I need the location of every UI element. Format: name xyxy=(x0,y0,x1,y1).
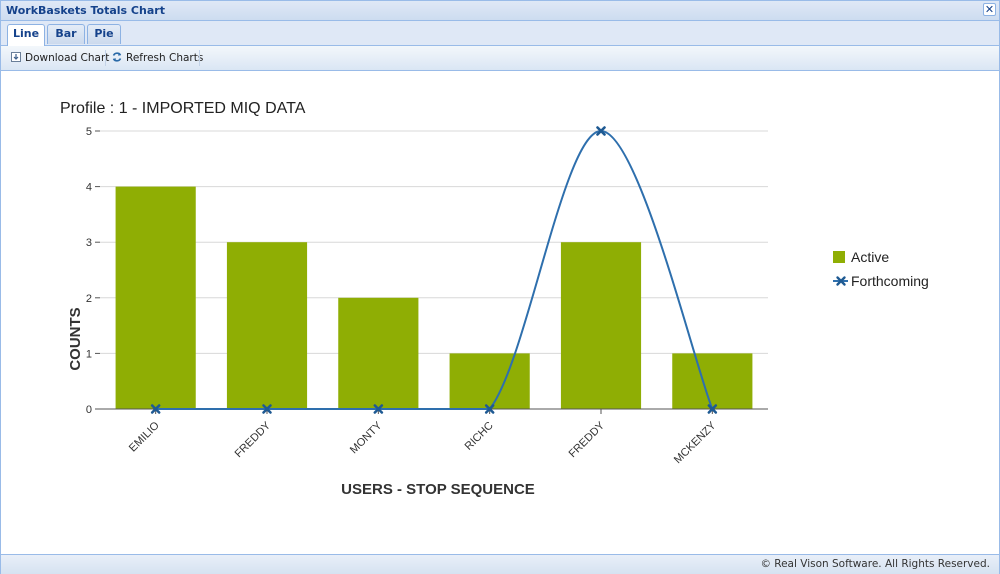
y-tick-label: 4 xyxy=(86,182,92,194)
legend-item-forthcoming[interactable]: Forthcoming xyxy=(833,273,929,289)
x-tick-label: FREDDY xyxy=(233,419,274,460)
active-bar xyxy=(338,297,419,409)
y-tick-label: 5 xyxy=(86,126,92,138)
chart-area: Profile : 1 - IMPORTED MIQ DATA 0 1 2 3 4 5 E… xyxy=(1,71,999,554)
download-icon xyxy=(10,51,22,63)
active-bar xyxy=(449,353,530,409)
toolbar-separator xyxy=(105,50,106,66)
refresh-charts-label: Refresh Charts xyxy=(126,52,204,64)
y-tick-label: 1 xyxy=(86,348,92,360)
x-tick-label: MONTY xyxy=(348,419,385,456)
active-bar xyxy=(226,242,308,409)
chart-type-tabs: Line Bar Pie xyxy=(1,21,999,46)
active-bar xyxy=(560,242,642,409)
x-axis-ticks: EMILIO FREDDY MONTY RICHC FREDDY MCKENZY xyxy=(127,409,719,466)
window-titlebar: WorkBaskets Totals Chart ✕ xyxy=(1,1,999,21)
refresh-icon xyxy=(111,51,123,63)
x-tick-label: MCKENZY xyxy=(672,419,719,466)
workbasket-chart: Profile : 1 - IMPORTED MIQ DATA 0 1 2 3 4 5 E… xyxy=(60,100,929,498)
y-tick-label: 3 xyxy=(86,237,92,249)
refresh-charts-button[interactable]: Refresh Charts xyxy=(111,49,203,67)
copyright-text: © Real Vison Software. All Rights Reserv… xyxy=(760,558,990,570)
x-tick-label: RICHC xyxy=(463,420,496,453)
download-chart-button[interactable]: Download Chart xyxy=(10,49,109,67)
tab-pie[interactable]: Pie xyxy=(87,24,121,44)
y-tick-label: 0 xyxy=(86,404,92,416)
legend-label-forthcoming: Forthcoming xyxy=(851,273,929,289)
tab-line[interactable]: Line xyxy=(7,24,45,46)
y-axis-label: COUNTS xyxy=(67,307,84,370)
legend-swatch-active xyxy=(833,251,845,263)
y-axis-ticks: 0 1 2 3 4 5 xyxy=(86,126,100,416)
x-tick-label: EMILIO xyxy=(127,419,162,454)
download-chart-label: Download Chart xyxy=(25,52,110,64)
active-bar xyxy=(672,353,753,409)
active-bar xyxy=(115,186,196,409)
toolbar-separator xyxy=(199,50,200,66)
x-axis-label: USERS - STOP SEQUENCE xyxy=(341,481,535,498)
window-title: WorkBaskets Totals Chart xyxy=(6,4,165,17)
x-axis xyxy=(100,408,768,410)
chart-gridlines xyxy=(100,130,768,354)
x-tick-label: FREDDY xyxy=(567,419,608,460)
y-tick-label: 2 xyxy=(86,293,92,305)
chart-toolbar: Download Chart Refresh Charts xyxy=(1,46,999,71)
status-footer: © Real Vison Software. All Rights Reserv… xyxy=(1,554,999,574)
legend-label-active: Active xyxy=(851,249,889,265)
legend-item-active[interactable]: Active xyxy=(833,249,889,265)
chart-title: Profile : 1 - IMPORTED MIQ DATA xyxy=(60,100,306,117)
chart-legend: Active Forthcoming xyxy=(833,249,929,289)
chart-window: WorkBaskets Totals Chart ✕ Line Bar Pie … xyxy=(0,0,1000,574)
close-icon[interactable]: ✕ xyxy=(983,3,996,16)
tab-bar[interactable]: Bar xyxy=(47,24,85,44)
